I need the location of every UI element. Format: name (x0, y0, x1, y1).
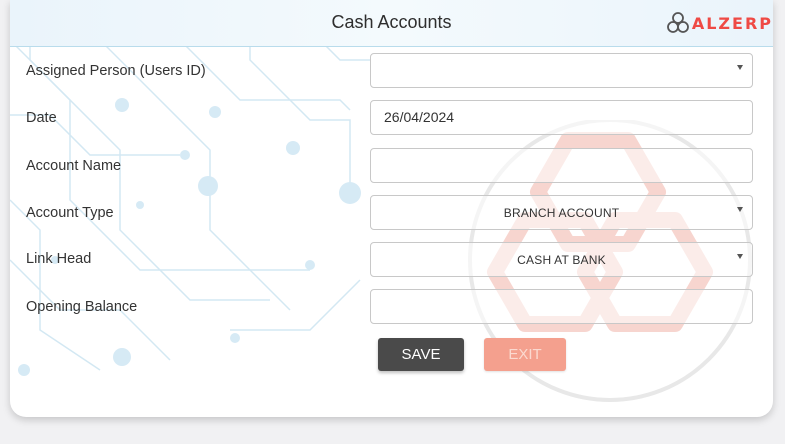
brand-logo: ALZERP (666, 10, 773, 36)
link-head-value: CASH AT BANK (517, 253, 606, 267)
cash-accounts-dialog: Cash Accounts ALZERP Assigned Person (Us… (10, 0, 773, 417)
date-label: Date (26, 110, 57, 126)
date-value: 26/04/2024 (384, 109, 455, 125)
assigned-person-label: Assigned Person (Users ID) (26, 63, 206, 79)
account-name-label: Account Name (26, 158, 122, 174)
save-button[interactable]: SAVE (378, 338, 464, 371)
account-type-value: BRANCH ACCOUNT (503, 206, 620, 220)
dialog-header: Cash Accounts ALZERP (10, 0, 773, 47)
assigned-person-select[interactable] (370, 53, 753, 88)
opening-balance-label: Opening Balance (26, 299, 138, 315)
opening-balance-field[interactable] (370, 289, 753, 324)
chevron-down-icon (737, 254, 743, 259)
chevron-down-icon (737, 65, 743, 70)
link-head-select[interactable]: CASH AT BANK (370, 242, 753, 277)
exit-button[interactable]: EXIT (484, 338, 566, 371)
account-type-select[interactable]: BRANCH ACCOUNT (370, 195, 753, 230)
account-name-field[interactable] (370, 148, 753, 183)
page-title: Cash Accounts (331, 12, 452, 32)
brand-name: ALZERP (691, 13, 773, 33)
account-type-label: Account Type (26, 205, 114, 221)
alzerp-logo-icon (666, 12, 689, 33)
link-head-label: Link Head (26, 251, 92, 267)
date-field[interactable]: 26/04/2024 (370, 100, 753, 135)
chevron-down-icon (737, 207, 743, 212)
